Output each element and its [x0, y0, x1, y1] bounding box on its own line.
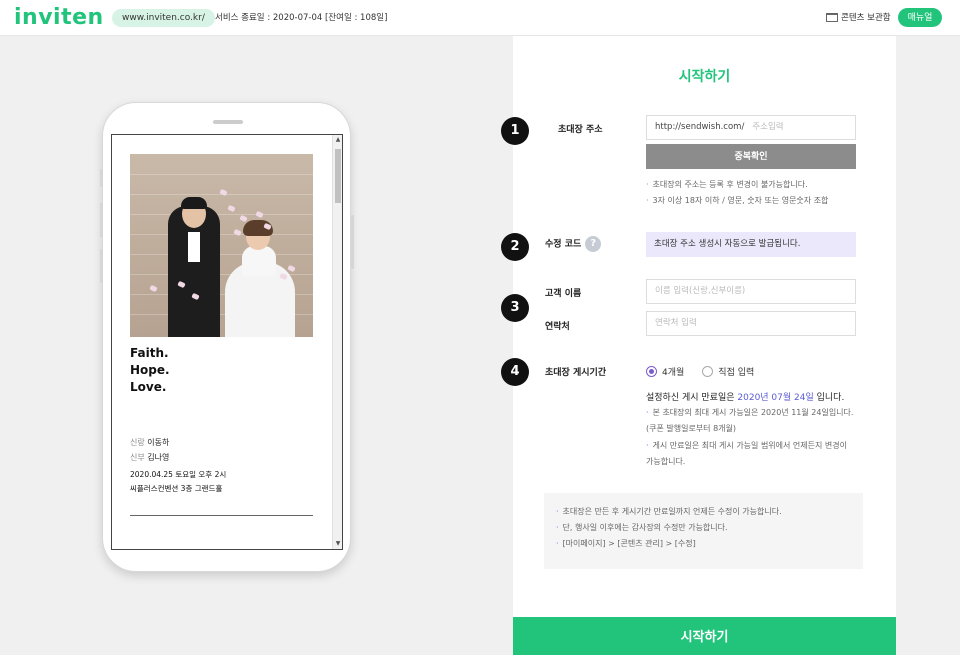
- groom-line: 신랑 이동하: [130, 435, 169, 450]
- event-date: 2020.04.25 토요일 오후 2시: [130, 470, 227, 479]
- expiry-notice: 설정하신 게시 만료일은 2020년 07월 24일 입니다.: [646, 393, 845, 403]
- step-number: 2: [501, 233, 529, 261]
- phone-preview: Faith. Hope. Love. 신랑 이동하 신부 김나영 2020.04…: [100, 102, 354, 572]
- customer-name-input[interactable]: 이름 입력(신랑,신부이름): [646, 279, 856, 304]
- phone-side-button: [100, 249, 103, 283]
- invitation-motto: Faith. Hope. Love.: [130, 345, 170, 396]
- info-item: · 초대장은 만든 후 게시기간 만료일까지 언제든 수정이 가능합니다.: [556, 507, 782, 516]
- note-item: · 3자 이상 18자 이하 / 영문, 숫자 또는 영문숫자 조합: [646, 196, 829, 205]
- customer-name-label: 고객 이름: [545, 289, 582, 299]
- period-notes: · 본 초대장의 최대 게시 가능일은 2020년 11월 24일입니다. (쿠폰…: [646, 405, 856, 470]
- scrollbar-thumb[interactable]: [335, 149, 341, 203]
- note-item: · 초대장의 주소는 등록 후 변경이 불가능합니다.: [646, 180, 808, 189]
- scroll-up-icon[interactable]: ▲: [335, 136, 341, 144]
- content-archive-link[interactable]: 콘텐츠 보관함: [826, 11, 891, 23]
- archive-box-icon: [826, 12, 838, 22]
- preview-divider: [130, 515, 313, 516]
- groom-name: 이동하: [147, 438, 170, 447]
- help-question-icon[interactable]: ?: [585, 236, 602, 252]
- step-number: 3: [501, 294, 529, 322]
- phone-side-button: [100, 203, 103, 237]
- form-title: 시작하기: [678, 69, 731, 85]
- service-end-date: 서비스 종료일 : 2020-07-04 [잔여일 : 108일]: [215, 13, 388, 23]
- radio-4-months-label[interactable]: 4개월: [662, 365, 684, 378]
- event-venue: 씨플러스컨벤션 3층 그랜드홀: [130, 484, 223, 493]
- radio-custom-input-label[interactable]: 직접 입력: [718, 365, 754, 378]
- start-form-panel: 시작하기 1 초대장 주소 http://sendwish.com/주소입력 중…: [501, 36, 896, 655]
- period-options: 4개월 직접 입력: [646, 365, 754, 378]
- motto-line: Love.: [130, 380, 167, 394]
- invitation-preview-screen[interactable]: Faith. Hope. Love. 신랑 이동하 신부 김나영 2020.04…: [111, 134, 343, 550]
- address-prefix: http://sendwish.com/: [655, 122, 745, 132]
- step-number: 1: [501, 117, 529, 145]
- site-url-badge: www.inviten.co.kr/: [112, 9, 215, 27]
- note-item: · 본 초대장의 최대 게시 가능일은 2020년 11월 24일입니다. (쿠폰…: [646, 408, 854, 433]
- radio-custom-input[interactable]: [702, 366, 714, 377]
- motto-line: Faith.: [130, 346, 169, 360]
- preview-scrollbar[interactable]: ▲ ▼: [332, 135, 342, 549]
- step-number: 4: [501, 358, 529, 386]
- bride-role: 신부: [130, 453, 145, 462]
- info-item: · 단, 행사일 이후에는 감사장의 수정만 가능합니다.: [556, 523, 728, 532]
- edit-code-display: 초대장 주소 생성시 자동으로 발급됩니다.: [646, 232, 856, 257]
- content-archive-label: 콘텐츠 보관함: [841, 13, 891, 23]
- contact-label: 연락처: [545, 322, 570, 332]
- note-item: · 게시 만료일은 최대 게시 가능일 범위에서 언제든지 변경이 가능합니다.: [646, 441, 847, 466]
- contact-input[interactable]: 연락처 입력: [646, 311, 856, 336]
- phone-side-button: [100, 169, 103, 187]
- phone-power-button: [351, 215, 354, 269]
- bride-name: 김나영: [147, 453, 170, 462]
- radio-4-months[interactable]: [646, 366, 657, 377]
- address-placeholder: 주소입력: [752, 122, 784, 132]
- invitation-address-input[interactable]: http://sendwish.com/주소입력: [646, 115, 856, 140]
- scroll-down-icon[interactable]: ▼: [335, 540, 341, 548]
- edit-info-box: · 초대장은 만든 후 게시기간 만료일까지 언제든 수정이 가능합니다. · 단,…: [544, 493, 863, 569]
- info-notes: · 초대장은 만든 후 게시기간 만료일까지 언제든 수정이 가능합니다. · 단,…: [556, 504, 863, 552]
- period-label: 초대장 게시기간: [545, 368, 607, 378]
- address-notes: · 초대장의 주소는 등록 후 변경이 불가능합니다. · 3자 이상 18자 이하…: [646, 177, 861, 209]
- info-item: · [마이페이지] > [콘텐츠 관리] > [수정]: [556, 539, 696, 548]
- inviten-logo[interactable]: inviten: [14, 5, 104, 30]
- wedding-photo: [130, 154, 313, 337]
- couple-names: 신랑 이동하 신부 김나영: [130, 435, 169, 465]
- phone-speaker: [213, 120, 243, 124]
- event-info: 2020.04.25 토요일 오후 2시 씨플러스컨벤션 3층 그랜드홀: [130, 468, 226, 496]
- motto-line: Hope.: [130, 363, 170, 377]
- start-button[interactable]: 시작하기: [513, 617, 896, 655]
- top-header: inviten www.inviten.co.kr/ 서비스 종료일 : 202…: [0, 0, 960, 36]
- duplicate-check-button[interactable]: 중복확인: [646, 144, 856, 169]
- bride-line: 신부 김나영: [130, 450, 169, 465]
- manual-button[interactable]: 매뉴얼: [898, 8, 942, 27]
- groom-role: 신랑: [130, 438, 145, 447]
- address-label: 초대장 주소: [558, 125, 603, 135]
- expiry-date: 2020년 07월 24일: [737, 393, 814, 403]
- edit-code-label: 수정 코드?: [545, 236, 602, 252]
